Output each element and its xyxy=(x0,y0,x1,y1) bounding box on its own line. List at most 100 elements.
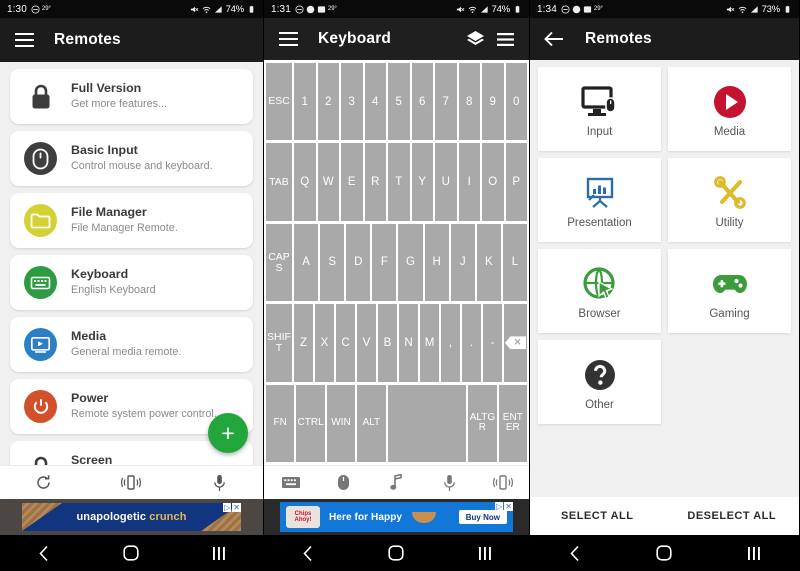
ad-close-icon[interactable]: ✕ xyxy=(232,503,241,512)
home-nav-icon[interactable] xyxy=(644,538,684,568)
list-item-media[interactable]: Media General media remote. xyxy=(10,317,253,372)
tile-media[interactable]: Media xyxy=(668,67,791,151)
advertisement-banner[interactable]: Chips Ahoy! Here for Happy Buy Now ▷ ✕ xyxy=(264,499,529,535)
list-item-keyboard[interactable]: Keyboard English Keyboard xyxy=(10,255,253,310)
refresh-button[interactable] xyxy=(27,468,61,498)
key-v[interactable]: V xyxy=(357,304,376,382)
back-nav-icon[interactable] xyxy=(24,538,64,568)
recents-nav-icon[interactable] xyxy=(465,538,505,568)
hamburger-menu-icon[interactable] xyxy=(277,28,299,50)
microphone-button[interactable] xyxy=(433,468,467,498)
key-s[interactable]: S xyxy=(320,223,345,302)
key-2[interactable]: 2 xyxy=(317,63,339,141)
home-nav-icon[interactable] xyxy=(111,538,151,568)
key-e[interactable]: E xyxy=(341,143,363,221)
key-ctrl[interactable]: CTRL xyxy=(296,384,325,463)
vibrate-button[interactable] xyxy=(486,468,520,498)
tile-input[interactable]: Input xyxy=(538,67,661,151)
list-item-full-version[interactable]: Full Version Get more features... xyxy=(10,69,253,124)
key-caps[interactable]: CAPS xyxy=(266,223,292,302)
key-6[interactable]: 6 xyxy=(411,63,433,141)
list-menu-icon[interactable] xyxy=(494,28,516,50)
key-minus[interactable]: - xyxy=(483,304,502,382)
key-3[interactable]: 3 xyxy=(341,63,363,141)
select-all-button[interactable]: SELECT ALL xyxy=(530,510,665,522)
key-o[interactable]: O xyxy=(482,143,504,221)
key-r[interactable]: R xyxy=(364,143,386,221)
key-y[interactable]: Y xyxy=(411,143,433,221)
key-m[interactable]: M xyxy=(420,304,439,382)
key-h[interactable]: H xyxy=(424,223,449,302)
key-a[interactable]: A xyxy=(294,223,319,302)
ad-choices-icon[interactable]: ▷ xyxy=(495,502,504,511)
key-5[interactable]: 5 xyxy=(388,63,410,141)
key-g[interactable]: G xyxy=(398,223,423,302)
key-u[interactable]: U xyxy=(435,143,457,221)
home-nav-icon[interactable] xyxy=(376,538,416,568)
key-x[interactable]: X xyxy=(315,304,334,382)
key-c[interactable]: C xyxy=(336,304,355,382)
key-b[interactable]: B xyxy=(378,304,397,382)
tile-browser[interactable]: Browser xyxy=(538,249,661,333)
key-enter[interactable]: ENTER xyxy=(498,384,527,463)
hamburger-menu-icon[interactable] xyxy=(13,29,35,51)
key-t[interactable]: T xyxy=(388,143,410,221)
key-q[interactable]: Q xyxy=(294,143,316,221)
key-0[interactable]: 0 xyxy=(505,63,527,141)
key-8[interactable]: 8 xyxy=(458,63,480,141)
notification-app-icon xyxy=(572,5,581,14)
key-fn[interactable]: FN xyxy=(266,384,295,463)
recents-nav-icon[interactable] xyxy=(734,538,774,568)
deselect-all-button[interactable]: DESELECT ALL xyxy=(665,510,800,522)
tile-other[interactable]: Other xyxy=(538,340,661,424)
key-comma[interactable]: , xyxy=(441,304,460,382)
back-nav-icon[interactable] xyxy=(555,538,595,568)
tile-gaming[interactable]: Gaming xyxy=(668,249,791,333)
keyboard-button[interactable] xyxy=(274,468,308,498)
key-1[interactable]: 1 xyxy=(294,63,316,141)
ad-cta-button[interactable]: Buy Now xyxy=(458,510,507,524)
ad-close-icon[interactable]: ✕ xyxy=(504,502,513,511)
media-button[interactable] xyxy=(380,468,414,498)
key-period[interactable]: . xyxy=(462,304,481,382)
advertisement-banner[interactable]: unapologetic crunch ▷ ✕ xyxy=(0,499,263,535)
ad-choices-icon[interactable]: ▷ xyxy=(223,503,232,512)
layers-icon[interactable] xyxy=(464,28,486,50)
key-d[interactable]: D xyxy=(346,223,371,302)
key-w[interactable]: W xyxy=(317,143,339,221)
microphone-button[interactable] xyxy=(202,468,236,498)
key-shift[interactable]: SHIFT xyxy=(266,304,292,382)
mouse-button[interactable] xyxy=(327,468,361,498)
key-7[interactable]: 7 xyxy=(435,63,457,141)
key-alt[interactable]: ALT xyxy=(357,384,386,463)
key-i[interactable]: I xyxy=(458,143,480,221)
add-remote-fab[interactable]: + xyxy=(208,413,248,453)
key-win[interactable]: WIN xyxy=(326,384,356,463)
ad-content[interactable]: Chips Ahoy! Here for Happy Buy Now ▷ ✕ xyxy=(280,502,513,532)
key-9[interactable]: 9 xyxy=(482,63,504,141)
key-esc[interactable]: ESC xyxy=(266,63,292,141)
list-item-basic-input[interactable]: Basic Input Control mouse and keyboard. xyxy=(10,131,253,186)
key-l[interactable]: L xyxy=(502,223,527,302)
ad-content[interactable]: unapologetic crunch ▷ ✕ xyxy=(22,503,241,531)
key-n[interactable]: N xyxy=(399,304,418,382)
key-z[interactable]: Z xyxy=(294,304,313,382)
tile-utility[interactable]: Utility xyxy=(668,158,791,242)
key-k[interactable]: K xyxy=(476,223,501,302)
key-backspace[interactable]: ✕ xyxy=(504,304,527,382)
back-arrow-icon[interactable] xyxy=(543,28,565,50)
list-item-file-manager[interactable]: File Manager File Manager Remote. xyxy=(10,193,253,248)
key-altgr[interactable]: ALTGR xyxy=(468,384,497,463)
back-nav-icon[interactable] xyxy=(288,538,328,568)
key-p[interactable]: P xyxy=(505,143,527,221)
key-4[interactable]: 4 xyxy=(364,63,386,141)
key-j[interactable]: J xyxy=(450,223,475,302)
key-tab[interactable]: TAB xyxy=(266,143,292,221)
ad-choices-badge[interactable]: ▷ ✕ xyxy=(223,503,241,512)
ad-choices-badge[interactable]: ▷ ✕ xyxy=(495,502,513,511)
recents-nav-icon[interactable] xyxy=(199,538,239,568)
vibrate-button[interactable] xyxy=(114,468,148,498)
key-f[interactable]: F xyxy=(372,223,397,302)
tile-presentation[interactable]: Presentation xyxy=(538,158,661,242)
key-space[interactable] xyxy=(387,384,467,463)
